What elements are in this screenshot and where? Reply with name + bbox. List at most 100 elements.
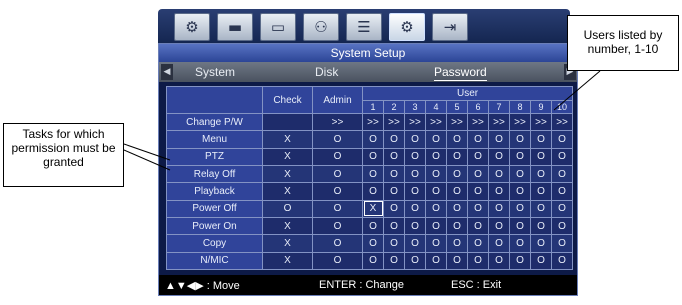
user-permission-cell[interactable]: O [446, 216, 468, 236]
user-permission-cell[interactable]: O [446, 130, 468, 149]
user-permission-cell[interactable]: O [467, 234, 489, 253]
user-permission-cell[interactable]: O [425, 216, 447, 236]
user-permission-cell[interactable]: O [467, 216, 489, 236]
user-permission-cell[interactable]: O [550, 182, 574, 201]
user-permission-cell[interactable]: >> [530, 112, 552, 132]
tab-disk[interactable]: Disk [315, 62, 338, 82]
user-permission-cell[interactable]: O [404, 251, 426, 271]
network-icon[interactable]: ☰ [346, 13, 382, 41]
user-permission-cell[interactable]: >> [509, 112, 531, 132]
user-permission-cell[interactable]: O [530, 199, 552, 218]
user-permission-cell[interactable]: O [404, 234, 426, 253]
user-permission-cell[interactable]: O [383, 147, 405, 166]
user-permission-cell[interactable]: O [467, 199, 489, 218]
user-permission-cell[interactable]: O [530, 234, 552, 253]
user-permission-cell[interactable]: O [425, 164, 447, 184]
admin-cell[interactable]: >> [312, 112, 363, 132]
user-permission-cell[interactable]: O [488, 199, 510, 218]
check-cell[interactable]: X [262, 182, 313, 201]
check-cell[interactable]: X [262, 147, 313, 166]
user-permission-cell[interactable]: O [488, 130, 510, 149]
user-permission-cell[interactable]: >> [362, 112, 384, 132]
user-permission-cell[interactable]: O [425, 130, 447, 149]
user-permission-cell[interactable]: O [425, 147, 447, 166]
admin-cell[interactable]: O [312, 234, 363, 253]
user-permission-cell[interactable]: O [446, 199, 468, 218]
admin-cell[interactable]: O [312, 182, 363, 201]
user-permission-cell[interactable]: O [467, 147, 489, 166]
user-permission-cell[interactable]: O [550, 251, 574, 271]
user-permission-cell[interactable]: O [509, 234, 531, 253]
user-permission-cell[interactable]: O [383, 182, 405, 201]
user-permission-cell[interactable]: O [362, 147, 384, 166]
user-permission-cell[interactable]: O [509, 182, 531, 201]
user-permission-cell[interactable]: O [550, 164, 574, 184]
user-permission-cell[interactable]: O [362, 234, 384, 253]
user-permission-cell[interactable]: O [488, 164, 510, 184]
user-permission-cell[interactable]: O [425, 234, 447, 253]
user-permission-cell[interactable]: O [509, 216, 531, 236]
user-permission-cell[interactable]: O [550, 216, 574, 236]
check-cell[interactable]: X [262, 251, 313, 271]
user-permission-cell[interactable]: O [425, 251, 447, 271]
user-permission-cell[interactable]: O [404, 199, 426, 218]
settings-gear-icon[interactable]: ⚙ [174, 13, 210, 41]
user-permission-cell[interactable]: >> [550, 112, 574, 132]
admin-cell[interactable]: O [312, 164, 363, 184]
user-permission-cell[interactable]: O [530, 251, 552, 271]
user-permission-cell[interactable]: O [383, 164, 405, 184]
user-permission-cell[interactable]: O [446, 251, 468, 271]
user-permission-cell[interactable]: O [404, 130, 426, 149]
user-permission-cell[interactable]: O [404, 147, 426, 166]
user-permission-cell[interactable]: O [467, 164, 489, 184]
user-permission-cell[interactable]: O [446, 182, 468, 201]
tab-left-arrow-icon[interactable]: ◀ [161, 64, 173, 80]
hdd-storage-icon[interactable]: ▭ [260, 13, 296, 41]
user-permission-cell[interactable]: O [404, 182, 426, 201]
user-permission-cell[interactable]: O [467, 251, 489, 271]
user-permission-cell[interactable]: O [488, 182, 510, 201]
user-permission-cell[interactable]: O [550, 147, 574, 166]
user-permission-cell[interactable]: O [530, 182, 552, 201]
user-permission-cell[interactable]: O [362, 251, 384, 271]
display-monitor-icon[interactable]: ▬ [217, 13, 253, 41]
user-permission-cell[interactable]: O [550, 234, 574, 253]
user-permission-cell[interactable]: O [362, 130, 384, 149]
user-permission-cell[interactable]: O [509, 164, 531, 184]
user-permission-cell[interactable]: O [425, 199, 447, 218]
user-permission-cell[interactable]: >> [404, 112, 426, 132]
user-permission-cell[interactable]: O [509, 130, 531, 149]
user-permission-cell[interactable]: >> [488, 112, 510, 132]
check-cell[interactable] [262, 112, 313, 132]
user-permission-cell[interactable]: O [446, 234, 468, 253]
user-permission-cell[interactable]: O [404, 216, 426, 236]
tab-system[interactable]: System [195, 62, 235, 82]
check-cell[interactable]: X [262, 130, 313, 149]
user-permission-cell[interactable]: O [425, 182, 447, 201]
admin-cell[interactable]: O [312, 216, 363, 236]
user-permission-cell[interactable]: O [362, 216, 384, 236]
user-permission-cell[interactable]: O [488, 251, 510, 271]
user-permission-cell[interactable]: >> [425, 112, 447, 132]
admin-cell[interactable]: O [312, 199, 363, 218]
exit-door-icon[interactable]: ⇥ [432, 13, 468, 41]
user-permission-cell[interactable]: X [362, 199, 384, 218]
user-permission-cell[interactable]: O [362, 164, 384, 184]
user-permission-cell[interactable]: >> [383, 112, 405, 132]
user-permission-cell[interactable]: O [383, 234, 405, 253]
user-permission-cell[interactable]: O [530, 147, 552, 166]
user-permission-cell[interactable]: O [550, 199, 574, 218]
check-cell[interactable]: X [262, 164, 313, 184]
user-permission-cell[interactable]: O [530, 216, 552, 236]
user-permission-cell[interactable]: O [404, 164, 426, 184]
user-permission-cell[interactable]: O [467, 182, 489, 201]
system-settings-icon[interactable]: ⚙ [389, 13, 425, 41]
users-icon[interactable]: ⚇ [303, 13, 339, 41]
user-permission-cell[interactable]: O [488, 234, 510, 253]
user-permission-cell[interactable]: O [362, 182, 384, 201]
user-permission-cell[interactable]: O [446, 147, 468, 166]
user-permission-cell[interactable]: >> [446, 112, 468, 132]
user-permission-cell[interactable]: O [530, 130, 552, 149]
check-cell[interactable]: X [262, 234, 313, 253]
user-permission-cell[interactable]: O [509, 147, 531, 166]
